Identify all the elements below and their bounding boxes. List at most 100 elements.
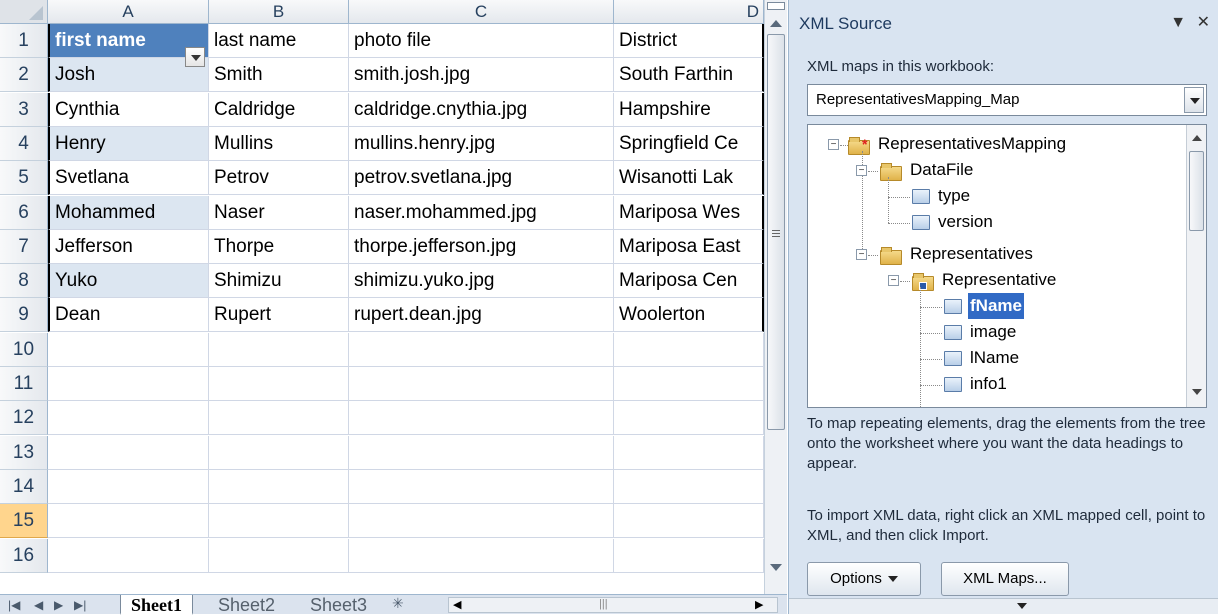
pane-bottom-expander[interactable] [789, 598, 1218, 614]
tree-scrollbar[interactable] [1186, 125, 1206, 407]
cell-b12[interactable] [209, 401, 349, 436]
tree-item-type[interactable]: type [912, 183, 972, 209]
cell-b3[interactable]: Caldridge [209, 92, 349, 127]
cell-c13[interactable] [349, 435, 614, 470]
first-sheet-icon[interactable]: |◀ [8, 598, 20, 612]
cell-b11[interactable] [209, 367, 349, 401]
cell-d16[interactable] [614, 538, 764, 573]
cell-d13[interactable] [614, 435, 764, 470]
tree-item-datafile[interactable]: DataFile [880, 157, 975, 183]
tree-scroll-down-icon[interactable] [1192, 389, 1202, 395]
cell-b13[interactable] [209, 435, 349, 470]
split-box[interactable] [767, 2, 785, 10]
cell-c10[interactable] [349, 332, 614, 367]
cell-c11[interactable] [349, 367, 614, 401]
cell-c3[interactable]: caldridge.cnythia.jpg [349, 92, 614, 127]
row-header-12[interactable]: 12 [0, 401, 48, 436]
tab-sheet1[interactable]: Sheet1 [120, 595, 193, 615]
cell-c1[interactable]: photo file [349, 24, 614, 58]
cell-d15[interactable] [614, 504, 764, 539]
tree-item-info1[interactable]: info1 [944, 371, 1009, 397]
cell-c7[interactable]: thorpe.jefferson.jpg [349, 229, 614, 264]
tree-scroll-up-icon[interactable] [1192, 135, 1202, 141]
cell-d10[interactable] [614, 332, 764, 367]
cell-d3[interactable]: Hampshire [614, 92, 764, 127]
cell-d14[interactable] [614, 469, 764, 504]
pane-options-chevron-icon[interactable]: ▼ [1170, 14, 1186, 32]
row-header-8[interactable]: 8 [0, 264, 48, 299]
cell-b15[interactable] [209, 504, 349, 539]
scroll-left-arrow-icon[interactable]: ◀ [453, 598, 461, 611]
cell-d7[interactable]: Mariposa East [614, 229, 764, 264]
cell-b10[interactable] [209, 332, 349, 367]
options-button[interactable]: Options [807, 562, 921, 596]
xml-element-tree[interactable]: − * RepresentativesMapping − DataFile typ… [807, 124, 1207, 408]
cell-c12[interactable] [349, 401, 614, 436]
worksheet[interactable]: A B C D 1 2 3 4 5 6 7 8 9 10 11 12 13 14 15 16 first na… [0, 0, 787, 615]
cell-b16[interactable] [209, 538, 349, 573]
cell-c8[interactable]: shimizu.yuko.jpg [349, 264, 614, 299]
cell-b8[interactable]: Shimizu [209, 264, 349, 299]
column-header-d[interactable]: D [614, 0, 764, 24]
cell-a12[interactable] [48, 401, 209, 436]
cell-a11[interactable] [48, 367, 209, 401]
xml-map-select[interactable]: RepresentativesMapping_Map [807, 84, 1207, 116]
tree-item-lname[interactable]: lName [944, 345, 1021, 371]
scroll-thumb[interactable] [767, 34, 785, 430]
horizontal-scrollbar[interactable]: ◀ ||| ▶ [448, 597, 778, 613]
scroll-down-arrow-icon[interactable] [770, 564, 782, 571]
cell-c4[interactable]: mullins.henry.jpg [349, 126, 614, 161]
cell-b6[interactable]: Naser [209, 195, 349, 230]
vertical-scrollbar[interactable] [764, 0, 787, 594]
row-header-3[interactable]: 3 [0, 92, 48, 127]
row-header-14[interactable]: 14 [0, 469, 48, 504]
cell-a6[interactable]: Mohammed [48, 195, 209, 230]
cell-a4[interactable]: Henry [48, 126, 209, 161]
row-header-13[interactable]: 13 [0, 435, 48, 470]
row-header-2[interactable]: 2 [0, 58, 48, 93]
tab-sheet2[interactable]: Sheet2 [208, 595, 285, 615]
insert-sheet-icon[interactable]: ✳ [392, 596, 404, 610]
cell-b7[interactable]: Thorpe [209, 229, 349, 264]
column-header-c[interactable]: C [349, 0, 614, 24]
row-header-5[interactable]: 5 [0, 161, 48, 196]
cell-d2[interactable]: South Farthin [614, 58, 764, 93]
tree-item-fname[interactable]: fName [944, 293, 1024, 319]
cell-a5[interactable]: Svetlana [48, 161, 209, 196]
cell-c15[interactable] [349, 504, 614, 539]
filter-dropdown-button[interactable] [185, 47, 205, 67]
cell-c16[interactable] [349, 538, 614, 573]
column-header-b[interactable]: B [209, 0, 349, 24]
cell-a13[interactable] [48, 435, 209, 470]
tree-item-representatives[interactable]: Representatives [880, 241, 1035, 267]
cell-a15[interactable] [48, 504, 209, 539]
cell-b9[interactable]: Rupert [209, 298, 349, 333]
cell-b14[interactable] [209, 469, 349, 504]
tree-item-version[interactable]: version [912, 209, 995, 235]
row-header-6[interactable]: 6 [0, 195, 48, 230]
cell-a14[interactable] [48, 469, 209, 504]
cell-b4[interactable]: Mullins [209, 126, 349, 161]
cell-a16[interactable] [48, 538, 209, 573]
column-header-a[interactable]: A [48, 0, 209, 24]
close-icon[interactable]: ✕ [1197, 12, 1210, 32]
prev-sheet-icon[interactable]: ◀ [34, 598, 43, 612]
tree-item-image[interactable]: image [944, 319, 1018, 345]
row-header-15[interactable]: 15 [0, 504, 48, 539]
cell-d6[interactable]: Mariposa Wes [614, 195, 764, 230]
next-sheet-icon[interactable]: ▶ [54, 598, 63, 612]
tree-item-representative[interactable]: Representative [912, 267, 1058, 293]
select-all-corner[interactable] [0, 0, 48, 24]
cell-a8[interactable]: Yuko [48, 264, 209, 299]
cell-c6[interactable]: naser.mohammed.jpg [349, 195, 614, 230]
cell-a10[interactable] [48, 332, 209, 367]
cell-d9[interactable]: Woolerton [614, 298, 764, 333]
cell-a7[interactable]: Jefferson [48, 229, 209, 264]
row-header-11[interactable]: 11 [0, 367, 48, 401]
cell-a9[interactable]: Dean [48, 298, 209, 333]
cell-a3[interactable]: Cynthia [48, 92, 209, 127]
tab-sheet3[interactable]: Sheet3 [300, 595, 377, 615]
tree-item-representativesmapping[interactable]: * RepresentativesMapping [848, 131, 1068, 157]
row-header-1[interactable]: 1 [0, 24, 48, 58]
row-header-10[interactable]: 10 [0, 332, 48, 367]
